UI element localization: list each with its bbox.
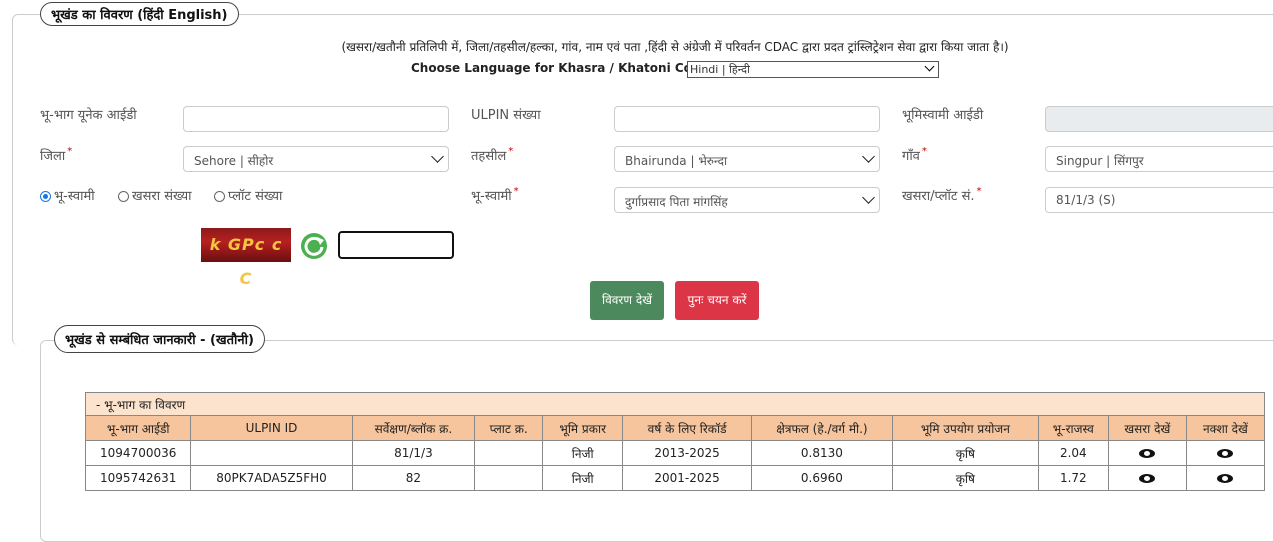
header-view-khasra: खसरा देखें xyxy=(1107,415,1187,441)
district-label-text: जिला xyxy=(40,149,66,164)
cell-survey: 82 xyxy=(351,465,476,491)
cell-land-use: कृषि xyxy=(891,440,1039,466)
choose-language-label: Choose Language for Khasra / Khatoni Cop… xyxy=(411,61,714,75)
khasra-plot-select[interactable]: 81/1/3 (S) xyxy=(1045,187,1273,213)
header-area: क्षेत्रफल (हे./वर्ग मी.) xyxy=(750,415,893,441)
land-details-legend: भूखंड का विवरण (हिंदी English) xyxy=(40,2,239,26)
district-label: जिला * xyxy=(40,146,72,164)
owner-id-input xyxy=(1045,106,1273,132)
header-year: वर्ष के लिए रिकॉर्ड xyxy=(622,415,752,441)
eye-icon[interactable] xyxy=(1217,449,1234,458)
eye-icon[interactable] xyxy=(1217,474,1234,483)
cell-land-id: 1094700036 xyxy=(84,440,192,466)
khatoni-legend: भूखंड से सम्बंधित जानकारी - (खतौनी) xyxy=(54,325,265,353)
header-land-use: भूमि उपयोग प्रयोजन xyxy=(891,415,1039,441)
radio-owner[interactable]: भू-स्वामी xyxy=(40,186,95,204)
cell-area: 0.8130 xyxy=(750,440,893,466)
radio-khasra-indicator xyxy=(118,191,129,202)
radio-owner-label: भू-स्वामी xyxy=(54,189,95,204)
radio-khasra-label: खसरा संख्या xyxy=(132,189,192,204)
radio-plot[interactable]: प्लॉट संख्या xyxy=(214,186,282,204)
table-row: 1095742631 80PK7ADA5Z5FH0 82 निजी 2001-2… xyxy=(84,465,1266,491)
required-mark: * xyxy=(921,146,927,157)
village-value: Singpur | सिंगपुर xyxy=(1056,154,1144,168)
captcha-input[interactable] xyxy=(338,231,454,259)
view-details-button[interactable]: विवरण देखें xyxy=(590,281,664,320)
header-plot: प्लाट क्र. xyxy=(474,415,544,441)
header-survey: सर्वेक्षण/ब्लॉक क्र. xyxy=(351,415,476,441)
cell-land-type: निजी xyxy=(542,465,624,491)
refresh-captcha-icon[interactable] xyxy=(299,231,329,261)
cell-ulpin: 80PK7ADA5Z5FH0 xyxy=(190,465,353,491)
village-select[interactable]: Singpur | सिंगपुर xyxy=(1045,146,1273,172)
header-land-type: भूमि प्रकार xyxy=(542,415,624,441)
cell-land-id: 1095742631 xyxy=(84,465,192,491)
cell-revenue: 1.72 xyxy=(1037,465,1109,491)
table-row: 1094700036 81/1/3 निजी 2013-2025 0.8130 … xyxy=(84,440,1266,466)
land-table: - भू-भाग का विवरण भू-भाग आईडी ULPIN ID स… xyxy=(84,392,1266,491)
header-revenue: भू-राजस्व xyxy=(1037,415,1109,441)
cell-plot xyxy=(474,440,544,466)
captcha-image: k GPc c C xyxy=(201,228,291,288)
radio-khasra[interactable]: खसरा संख्या xyxy=(118,186,192,204)
district-value: Sehore | सीहोर xyxy=(194,154,274,168)
view-khasra-cell xyxy=(1107,440,1187,466)
header-land-id: भू-भाग आईडी xyxy=(84,415,192,441)
cell-revenue: 2.04 xyxy=(1037,440,1109,466)
chevron-down-icon xyxy=(862,150,875,163)
cell-year: 2013-2025 xyxy=(622,440,752,466)
header-ulpin: ULPIN ID xyxy=(190,415,353,441)
radio-plot-indicator xyxy=(214,191,225,202)
owner-id-label: भूमिस्वामी आईडी xyxy=(902,108,984,123)
language-select[interactable]: Hindi | हिन्दी xyxy=(687,61,939,78)
view-khasra-cell xyxy=(1107,465,1187,491)
tehsil-label-text: तहसील xyxy=(471,149,507,164)
cell-year: 2001-2025 xyxy=(622,465,752,491)
language-select-value: Hindi | हिन्दी xyxy=(690,63,750,76)
bhuswami-label: भू-स्वामी * xyxy=(471,186,519,204)
village-label: गाँव * xyxy=(902,146,927,164)
unique-id-input[interactable] xyxy=(183,106,449,132)
required-mark: * xyxy=(508,146,514,157)
table-caption: - भू-भाग का विवरण xyxy=(85,392,1265,416)
chevron-down-icon xyxy=(924,61,935,72)
header-view-map: नक्शा देखें xyxy=(1185,415,1266,441)
cell-survey: 81/1/3 xyxy=(351,440,476,466)
required-mark: * xyxy=(976,186,982,197)
view-map-cell xyxy=(1185,440,1266,466)
cell-ulpin xyxy=(190,440,353,466)
table-caption-row: - भू-भाग का विवरण xyxy=(85,392,1265,416)
reset-button[interactable]: पुनः चयन करें xyxy=(675,281,759,320)
khasra-plot-label-text: खसरा/प्लॉट सं. xyxy=(902,189,975,204)
khasra-plot-value: 81/1/3 (S) xyxy=(1056,193,1116,207)
table-header-row: भू-भाग आईडी ULPIN ID सर्वेक्षण/ब्लॉक क्र… xyxy=(84,415,1266,441)
district-select[interactable]: Sehore | सीहोर xyxy=(183,146,449,172)
transliteration-note: (खसरा/खतौनी प्रतिलिपी में, जिला/तहसील/हल… xyxy=(341,40,1009,54)
khasra-plot-label: खसरा/प्लॉट सं. * xyxy=(902,186,982,204)
chevron-down-icon xyxy=(431,150,444,163)
cell-land-type: निजी xyxy=(542,440,624,466)
tehsil-select[interactable]: Bhairunda | भेरुन्दा xyxy=(614,146,880,172)
radio-plot-label: प्लॉट संख्या xyxy=(228,189,283,204)
unique-id-label: भू-भाग यूनेक आईडी xyxy=(40,108,137,123)
required-mark: * xyxy=(67,146,73,157)
eye-icon[interactable] xyxy=(1139,474,1156,483)
tehsil-label: तहसील * xyxy=(471,146,513,164)
tehsil-value: Bhairunda | भेरुन्दा xyxy=(625,154,728,168)
bhuswami-label-text: भू-स्वामी xyxy=(471,189,512,204)
chevron-down-icon xyxy=(862,191,875,204)
cell-land-use: कृषि xyxy=(891,465,1039,491)
ulpin-input[interactable] xyxy=(614,106,880,132)
cell-plot xyxy=(474,465,544,491)
radio-owner-indicator xyxy=(40,191,51,202)
village-label-text: गाँव xyxy=(902,149,920,164)
bhuswami-value: दुर्गाप्रसाद पिता मांगसिंह xyxy=(625,195,728,209)
bhuswami-select[interactable]: दुर्गाप्रसाद पिता मांगसिंह xyxy=(614,187,880,213)
cell-area: 0.6960 xyxy=(750,465,893,491)
required-mark: * xyxy=(513,186,519,197)
eye-icon[interactable] xyxy=(1139,449,1156,458)
ulpin-label: ULPIN संख्या xyxy=(471,108,541,123)
view-map-cell xyxy=(1185,465,1266,491)
